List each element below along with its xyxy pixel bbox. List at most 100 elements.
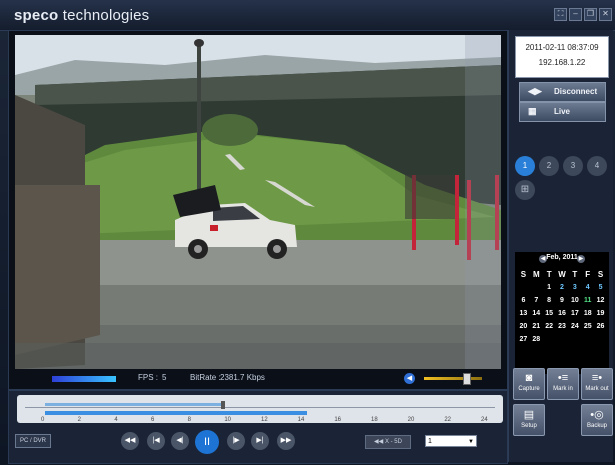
timeline-tick-label: 6	[151, 417, 155, 423]
calendar-weekday: S	[597, 270, 604, 279]
timeline-tick-label: 14	[297, 417, 305, 423]
pause-button[interactable]: II	[195, 430, 219, 454]
control-panel: 2011-02-11 08:37:09 192.168.1.22 ◀▶ Disc…	[508, 30, 613, 462]
timeline-tick-label: 8	[187, 417, 191, 423]
fps-value: 5	[162, 373, 167, 382]
timeline-tick-label: 24	[481, 417, 488, 423]
calendar-weekday: W	[558, 270, 566, 279]
calendar-day[interactable]: 21	[530, 322, 543, 332]
calendar-day[interactable]: 17	[568, 309, 581, 319]
playback-panel: 0 2 4 6 8 10 12 14 16 18 20 22 24 PC / DVR ◀◀ |◀ ◀| …	[8, 390, 508, 464]
step-back-button[interactable]: ◀|	[171, 432, 189, 450]
calendar-day[interactable]: 11	[581, 296, 594, 306]
chevron-down-icon: ▼	[468, 439, 474, 445]
calendar-grid: S M T W T F S 1 2 3 4 5 6 7 8 9 10 11 12 13 14 15 16 17 18 19 20 21…	[517, 270, 607, 345]
brand-logo: speco technologies	[14, 7, 150, 24]
calendar-day[interactable]: 20	[517, 322, 530, 332]
live-icon: ▦	[528, 106, 537, 116]
calendar-weekday: F	[585, 270, 591, 279]
calendar-day[interactable]: 27	[517, 335, 530, 345]
calendar-day	[543, 335, 556, 345]
mark-in-icon: •≡	[557, 372, 569, 384]
calendar-day[interactable]: 28	[530, 335, 543, 345]
setup-button[interactable]: ▤ Setup	[513, 404, 545, 436]
camera-icon: ◙	[525, 372, 533, 384]
speed-indicator[interactable]: ◀◀ X - 5D	[365, 435, 411, 449]
quad-view-icon[interactable]: ⊞	[515, 180, 535, 200]
channel-button-3[interactable]: 3	[563, 156, 583, 176]
calendar-day[interactable]: 12	[594, 296, 607, 306]
camera-video[interactable]	[15, 35, 501, 369]
fast-rewind-button[interactable]: ◀◀	[121, 432, 139, 450]
backup-icon: •◎	[590, 409, 604, 421]
disconnect-button[interactable]: ◀▶ Disconnect	[519, 82, 606, 102]
channel-button-4[interactable]: 4	[587, 156, 607, 176]
calendar-day[interactable]: 1	[543, 283, 556, 293]
timeline-playhead[interactable]	[221, 401, 225, 409]
calendar-day[interactable]: 2	[556, 283, 569, 293]
pc-dvr-button[interactable]: PC / DVR	[15, 434, 51, 448]
calendar-day[interactable]: 9	[556, 296, 569, 306]
backup-button[interactable]: •◎ Backup	[581, 404, 613, 436]
volume-slider[interactable]	[424, 377, 482, 380]
calendar-weekday: S	[520, 270, 527, 279]
timeline-tick-label: 12	[261, 417, 268, 423]
timeline-axis	[25, 407, 495, 408]
bandwidth-indicator	[52, 376, 116, 382]
calendar-day[interactable]: 25	[581, 322, 594, 332]
status-bar: FPS : 5 BitRate : 2381.7 Kbps ◀	[8, 368, 506, 388]
calendar-day[interactable]: 10	[568, 296, 581, 306]
calendar-day[interactable]: 6	[517, 296, 530, 306]
channel-button-1[interactable]: 1	[515, 156, 535, 176]
ip-address-text: 192.168.1.22	[538, 58, 586, 67]
camera-scene	[15, 35, 501, 369]
calendar-day[interactable]: 7	[530, 296, 543, 306]
fast-forward-button[interactable]: ▶▶	[277, 432, 295, 450]
calendar-day[interactable]: 3	[568, 283, 581, 293]
timeline-tick-label: 0	[41, 417, 45, 423]
fps-label: FPS :	[138, 373, 159, 382]
calendar-day[interactable]: 8	[543, 296, 556, 306]
fullscreen-icon[interactable]: ⛶	[554, 8, 567, 21]
calendar-day[interactable]: 13	[517, 309, 530, 319]
skip-back-button[interactable]: |◀	[147, 432, 165, 450]
live-button[interactable]: ▦ Live	[519, 102, 606, 122]
mark-out-button[interactable]: ≡• Mark out	[581, 368, 613, 400]
calendar-day[interactable]: 22	[543, 322, 556, 332]
volume-icon[interactable]: ◀	[404, 373, 415, 384]
capture-button[interactable]: ◙ Capture	[513, 368, 545, 400]
calendar-day[interactable]: 26	[594, 322, 607, 332]
timeline[interactable]: 0 2 4 6 8 10 12 14 16 18 20 22 24	[17, 395, 503, 423]
volume-slider-handle[interactable]	[463, 373, 471, 385]
calendar: ◀ Feb, 2011 ▶ S M T W T F S 1 2 3 4 5 6 7 8 9 10 11 12 13 14…	[515, 252, 609, 374]
calendar-day[interactable]: 19	[594, 309, 607, 319]
title-bar: speco technologies ⛶ – ❐ ✕	[0, 0, 615, 31]
mark-in-button[interactable]: •≡ Mark in	[547, 368, 579, 400]
calendar-day	[517, 283, 530, 293]
channel-select[interactable]: 1 ▼	[425, 435, 477, 447]
calendar-day[interactable]: 23	[556, 322, 569, 332]
video-panel	[8, 30, 508, 390]
connection-info: 2011-02-11 08:37:09 192.168.1.22	[515, 36, 609, 78]
close-icon[interactable]: ✕	[599, 8, 612, 21]
skip-forward-button[interactable]: ▶|	[251, 432, 269, 450]
restore-icon[interactable]: ❐	[584, 8, 597, 21]
next-month-icon[interactable]: ▶	[577, 255, 585, 263]
calendar-day[interactable]: 18	[581, 309, 594, 319]
minimize-icon[interactable]: –	[569, 8, 582, 21]
calendar-day[interactable]: 5	[594, 283, 607, 293]
timeline-tick-label: 10	[224, 417, 232, 423]
disconnect-icon: ◀▶	[528, 86, 542, 96]
calendar-day	[568, 335, 581, 345]
timeline-tick-label: 16	[334, 417, 342, 423]
step-forward-button[interactable]: |▶	[227, 432, 245, 450]
calendar-day[interactable]: 16	[556, 309, 569, 319]
calendar-day[interactable]: 14	[530, 309, 543, 319]
timeline-tick-label: 22	[444, 417, 452, 423]
timeline-recording	[45, 411, 307, 415]
bitrate-label: BitRate :	[190, 373, 221, 382]
calendar-day[interactable]: 15	[543, 309, 556, 319]
channel-button-2[interactable]: 2	[539, 156, 559, 176]
calendar-day[interactable]: 4	[581, 283, 594, 293]
calendar-day[interactable]: 24	[568, 322, 581, 332]
